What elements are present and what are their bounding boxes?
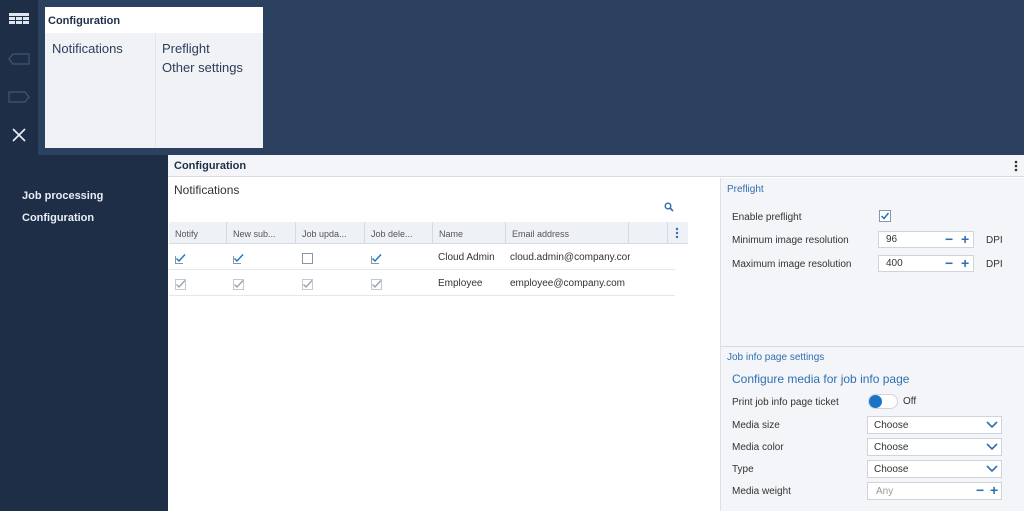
col-email[interactable]: Email address: [506, 222, 629, 244]
sidebar-item-configuration[interactable]: Configuration: [22, 212, 94, 224]
media-weight-label: Media weight: [732, 486, 791, 497]
chevron-down-icon: [986, 443, 998, 451]
type-label: Type: [732, 464, 754, 475]
jobinfo-title: Job info page settings: [727, 352, 825, 363]
notify-checkbox[interactable]: [175, 253, 186, 264]
menu-item-preflight[interactable]: Preflight: [162, 39, 263, 58]
cell-name: Cloud Admin: [438, 252, 495, 263]
job-delete-checkbox[interactable]: [371, 253, 382, 264]
notify-checkbox: [175, 279, 186, 290]
table-row[interactable]: Employee employee@company.com: [169, 270, 675, 296]
table-body: Cloud Admin cloud.admin@company.cor Employ…: [169, 244, 688, 296]
kebab-icon[interactable]: [1014, 159, 1018, 173]
configure-media-link[interactable]: Configure media for job info page: [732, 372, 909, 386]
col-notify[interactable]: Notify: [169, 222, 227, 244]
col-new-sub[interactable]: New sub...: [227, 222, 296, 244]
max-resolution-unit: DPI: [986, 259, 1003, 270]
section-divider: [721, 346, 1024, 347]
min-resolution-stepper[interactable]: 96 − +: [878, 231, 974, 248]
chevron-down-icon: [986, 421, 998, 429]
cell-email: cloud.admin@company.cor: [510, 252, 630, 263]
chevron-down-icon: [986, 465, 998, 473]
job-delete-checkbox: [371, 279, 382, 290]
min-resolution-value: 96: [886, 234, 898, 245]
media-size-label: Media size: [732, 420, 780, 431]
media-color-value: Choose: [874, 442, 909, 453]
enable-preflight-checkbox[interactable]: [879, 210, 891, 222]
max-resolution-value: 400: [886, 258, 903, 269]
plus-icon[interactable]: +: [990, 483, 998, 497]
tag-left-icon[interactable]: [0, 40, 38, 78]
menu-title: Configuration: [45, 7, 263, 33]
notifications-panel: Notifications Notify New sub... Job upda…: [168, 178, 688, 511]
plus-icon[interactable]: +: [961, 256, 969, 270]
search-icon[interactable]: [664, 202, 674, 212]
type-value: Choose: [874, 464, 909, 475]
media-weight-placeholder: Any: [876, 486, 894, 497]
minus-icon[interactable]: −: [945, 232, 953, 246]
sidebar: Job processing Configuration: [0, 155, 168, 511]
min-resolution-label: Minimum image resolution: [732, 235, 849, 246]
print-ticket-state: Off: [903, 396, 917, 407]
preflight-title: Preflight: [727, 184, 764, 195]
col-job-delete[interactable]: Job dele...: [365, 222, 433, 244]
cell-email: employee@company.com: [510, 278, 626, 289]
page-title-text: Configuration: [174, 160, 247, 172]
minus-icon[interactable]: −: [945, 256, 953, 270]
media-size-select[interactable]: Choose: [867, 416, 1002, 434]
media-color-label: Media color: [732, 442, 784, 453]
toggle-knob: [869, 395, 882, 408]
page-title: Configuration: [168, 155, 1024, 177]
min-resolution-unit: DPI: [986, 235, 1003, 246]
print-ticket-label: Print job info page ticket: [732, 397, 839, 408]
media-weight-stepper[interactable]: Any − +: [867, 482, 1002, 500]
menu-item-notifications[interactable]: Notifications: [52, 39, 155, 58]
type-select[interactable]: Choose: [867, 460, 1002, 478]
configuration-menu: Configuration Notifications Preflight Ot…: [45, 7, 263, 148]
col-spacer: [629, 222, 668, 244]
menu-column-2: Preflight Other settings: [155, 33, 263, 148]
column-options-icon[interactable]: [675, 227, 679, 239]
job-update-checkbox[interactable]: [302, 253, 313, 264]
notifications-title: Notifications: [174, 183, 240, 197]
plus-icon[interactable]: +: [961, 232, 969, 246]
sidebar-item-job-processing[interactable]: Job processing: [22, 190, 103, 202]
notifications-table: Notify New sub... Job upda... Job dele..…: [169, 222, 688, 296]
col-name[interactable]: Name: [433, 222, 506, 244]
settings-panel: Preflight Enable preflight Minimum image…: [720, 178, 1024, 511]
new-sub-checkbox[interactable]: [233, 253, 244, 264]
media-size-value: Choose: [874, 420, 909, 431]
new-sub-checkbox: [233, 279, 244, 290]
table-row[interactable]: Cloud Admin cloud.admin@company.cor: [169, 244, 675, 270]
menu-item-other-settings[interactable]: Other settings: [162, 58, 263, 77]
minus-icon[interactable]: −: [976, 483, 984, 497]
menu-grid-icon[interactable]: [0, 0, 38, 38]
menu-column-1: Notifications: [45, 33, 155, 148]
col-job-update[interactable]: Job upda...: [296, 222, 365, 244]
cell-name: Employee: [438, 278, 483, 289]
tag-right-icon[interactable]: [0, 78, 38, 116]
main-panel: Configuration Notifications Notify New s…: [168, 155, 1024, 511]
job-update-checkbox: [302, 279, 313, 290]
max-resolution-stepper[interactable]: 400 − +: [878, 255, 974, 272]
enable-preflight-label: Enable preflight: [732, 212, 802, 223]
close-icon[interactable]: [0, 116, 38, 154]
max-resolution-label: Maximum image resolution: [732, 259, 852, 270]
print-ticket-toggle[interactable]: [868, 394, 898, 409]
app-rail: [0, 0, 38, 155]
media-color-select[interactable]: Choose: [867, 438, 1002, 456]
table-header: Notify New sub... Job upda... Job dele..…: [169, 222, 688, 244]
